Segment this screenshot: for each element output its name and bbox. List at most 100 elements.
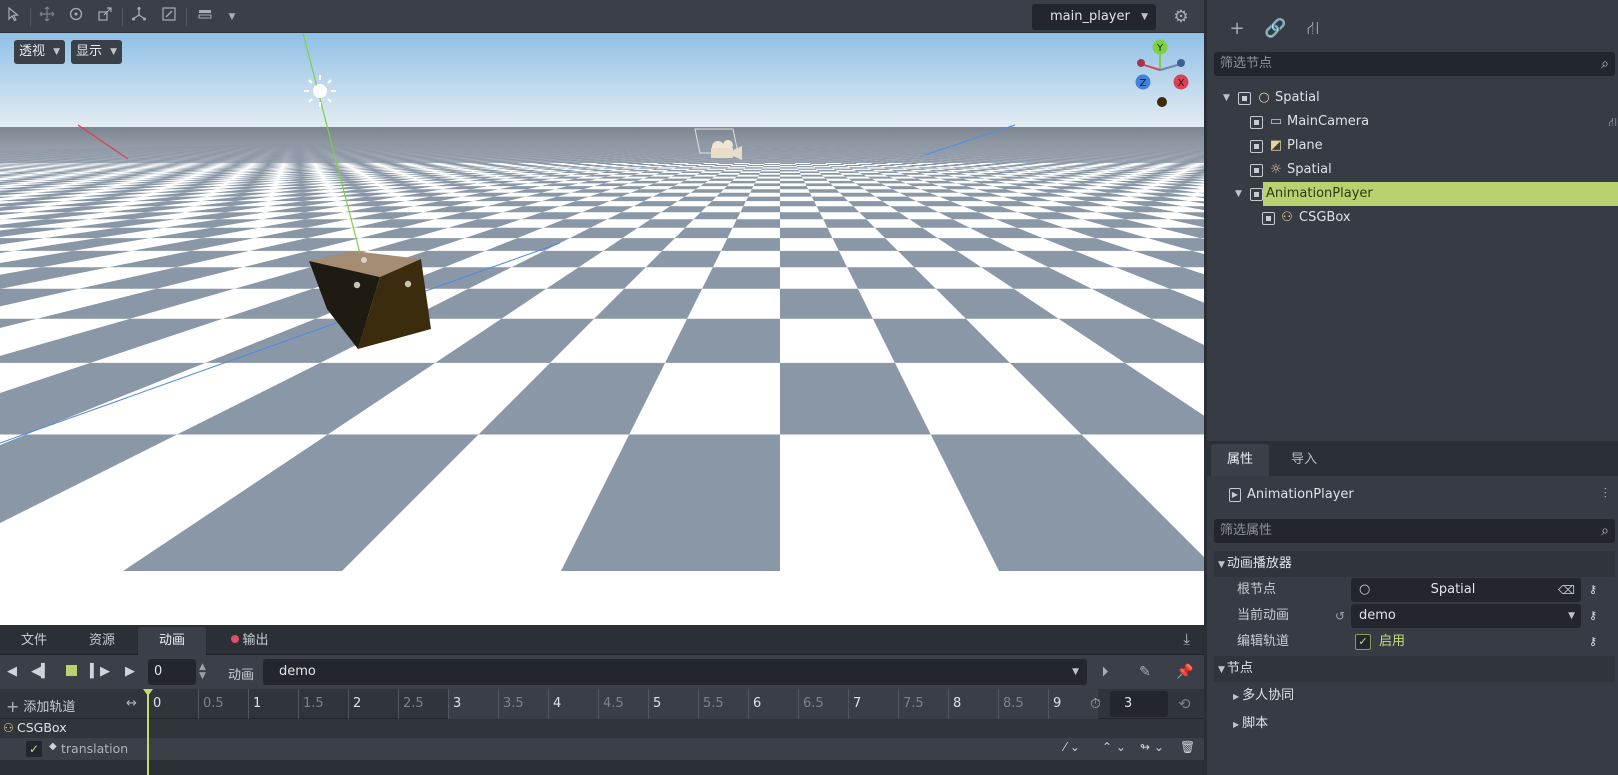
move-icon[interactable] <box>36 6 58 28</box>
floor-tile <box>756 155 769 157</box>
scale-icon[interactable] <box>94 6 116 28</box>
floor-tile <box>728 166 747 168</box>
floor-tile <box>749 163 765 164</box>
floor-tile <box>780 201 817 207</box>
floor-tile <box>706 201 746 207</box>
toolbar-divider <box>186 8 187 26</box>
floor-tile <box>780 176 803 179</box>
player-select-value: main_player <box>1050 9 1130 24</box>
floor-tile <box>800 153 813 155</box>
floor-tile <box>741 169 762 172</box>
floor-tile <box>797 168 817 170</box>
floor-tile <box>780 157 793 158</box>
floor-tile <box>739 159 754 160</box>
floor-tile <box>780 186 809 190</box>
floor-tile <box>760 171 780 173</box>
floor-tile <box>823 176 849 179</box>
floor-tile <box>679 180 709 184</box>
floor-tile <box>780 250 848 268</box>
floor-tile <box>836 155 849 156</box>
floor-tile <box>693 212 741 220</box>
floor-tile <box>737 160 753 162</box>
floor-tile <box>854 154 868 155</box>
floor-tile <box>676 158 692 159</box>
3d-viewport[interactable]: 透视 ▼ 显示 ▼ Y Z X <box>0 33 1204 625</box>
floor-tile <box>756 178 780 181</box>
floor-tile <box>744 167 763 169</box>
floor-tile <box>766 159 780 160</box>
floor-tile <box>791 156 805 158</box>
floor-tile <box>695 156 710 158</box>
floor-tile <box>841 157 856 159</box>
sky <box>0 33 1204 127</box>
floor-tile <box>686 159 702 160</box>
floor-tile <box>858 155 872 156</box>
floor-tile <box>820 173 843 175</box>
floor-tile <box>745 196 780 202</box>
floor-tile <box>817 157 831 159</box>
floor-tile <box>844 165 863 167</box>
floor-tile <box>745 155 758 156</box>
floor-tile <box>829 166 849 168</box>
gear-icon[interactable]: ⚙ <box>1170 6 1192 28</box>
floor-tile <box>780 180 806 184</box>
floor-tile <box>802 155 816 157</box>
floor-tile <box>821 153 834 155</box>
floor-tile <box>801 154 814 156</box>
floor-tile <box>677 196 717 202</box>
floor-tile <box>768 155 780 156</box>
floor-tile <box>845 159 861 160</box>
local-space-icon[interactable] <box>128 6 150 28</box>
floor-tile <box>757 154 770 156</box>
floor-tile <box>768 156 780 158</box>
floor-tile <box>780 154 792 156</box>
floor-tile <box>721 238 780 251</box>
floor-tile <box>780 192 812 197</box>
floor-tile <box>769 154 780 155</box>
floor-tile <box>833 154 846 155</box>
floor-tile <box>780 212 824 220</box>
floor-tile <box>780 165 797 167</box>
floor-tile <box>825 155 839 157</box>
floor-tile <box>714 174 739 177</box>
floor-tile <box>796 166 815 168</box>
floor-tile <box>692 161 710 163</box>
floor-tile <box>702 158 717 159</box>
select-icon[interactable] <box>3 6 25 28</box>
floor-tile <box>808 161 824 163</box>
floor-tile <box>811 196 849 202</box>
floor-tile <box>747 154 759 155</box>
floor-tile <box>718 163 735 164</box>
floor-tile <box>699 155 713 156</box>
snap-icon[interactable] <box>158 6 180 28</box>
floor-tile <box>694 166 714 168</box>
view-icon[interactable] <box>194 6 216 28</box>
floor-tile <box>815 156 829 158</box>
floor-tile <box>823 219 875 228</box>
floor-tile <box>755 157 768 158</box>
floor-tile <box>687 163 705 164</box>
rotate-icon[interactable] <box>65 6 87 28</box>
floor-tile <box>793 160 809 162</box>
floor-tile <box>816 169 838 172</box>
floor-tile <box>738 173 760 175</box>
floor-tile <box>713 159 728 160</box>
floor-tile <box>764 164 780 165</box>
floor-tile <box>713 165 732 167</box>
floor-tile <box>793 159 807 160</box>
floor-tile <box>742 157 756 159</box>
floor-tile <box>734 176 759 179</box>
floor-tile <box>799 171 820 173</box>
floor-tile <box>721 161 738 163</box>
floor-tile <box>833 168 854 170</box>
godot-editor: ▼ main_player ▼ ⚙ 透视 ▼ 显示 ▼ Y Z X 文件 资源 … <box>0 0 1618 775</box>
floor-tile <box>780 155 792 157</box>
floor-tile <box>840 163 858 164</box>
floor-tile <box>842 153 855 155</box>
player-select[interactable]: main_player ▼ <box>1032 4 1156 30</box>
floor-tile <box>867 154 881 156</box>
view-menu-icon[interactable]: ▼ <box>221 6 243 28</box>
floor-tile <box>694 153 707 155</box>
floor-tile <box>852 157 867 158</box>
floor-tile <box>750 189 780 193</box>
